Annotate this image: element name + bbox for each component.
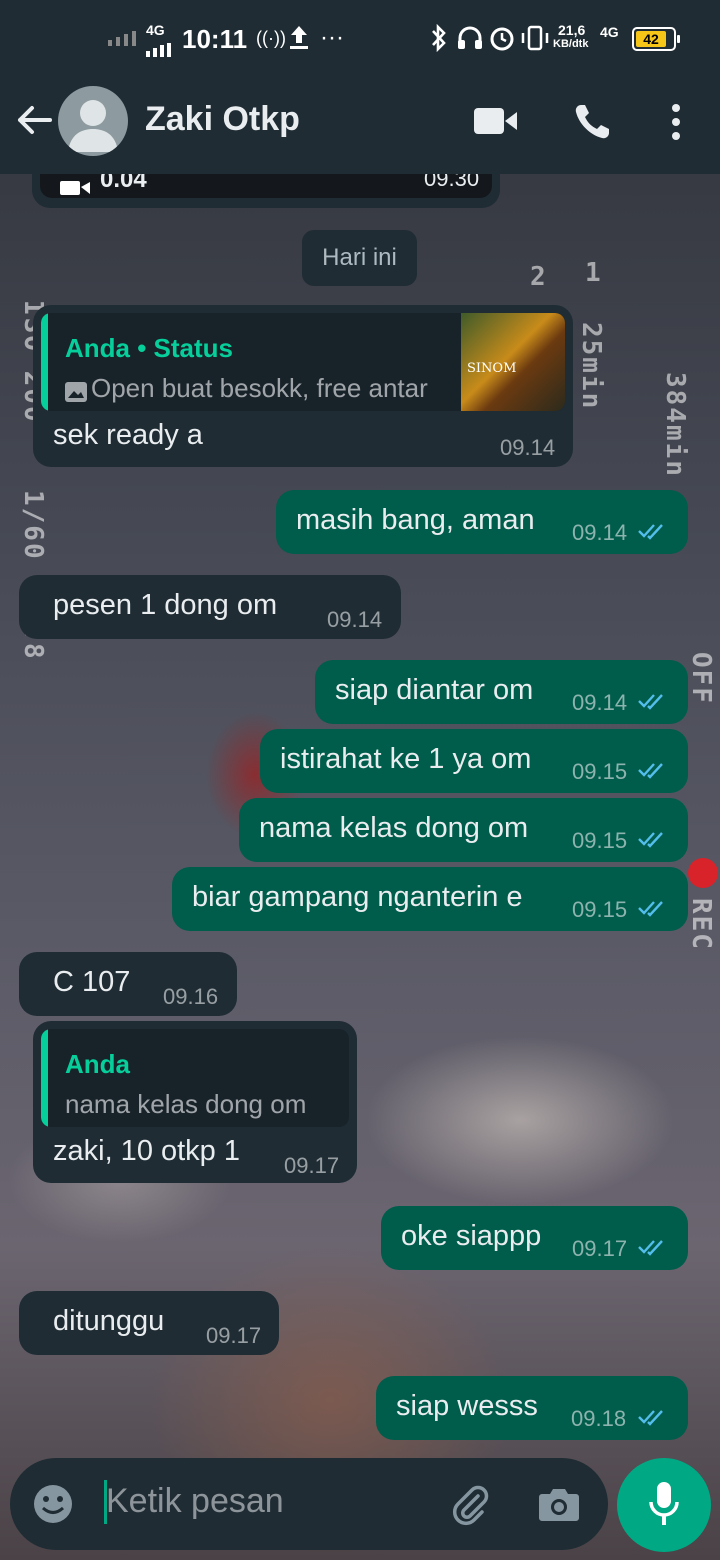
wallpaper-num-1: 1 <box>585 258 603 288</box>
message-bubble-incoming[interactable]: Anda nama kelas dong om zaki, 10 otkp 1 … <box>33 1021 357 1183</box>
alarm-icon <box>488 24 516 59</box>
wallpaper-num-2: 2 <box>530 262 548 292</box>
message-bubble-outgoing[interactable]: istirahat ke 1 ya om 09.15 <box>260 729 688 793</box>
more-notifications-icon: ··· <box>320 24 344 51</box>
message-time: 09.15 <box>572 759 628 784</box>
message-text: pesen 1 dong om <box>53 589 278 621</box>
message-text: siap wesss <box>396 1390 538 1422</box>
message-time: 09.15 <box>572 828 628 853</box>
battery-icon: 42 <box>632 27 680 51</box>
message-text: oke siappp <box>401 1220 542 1252</box>
quoted-status[interactable]: Anda • Status Open buat besokk, free ant… <box>41 313 565 411</box>
image-icon <box>65 377 87 410</box>
read-ticks-icon <box>638 832 663 848</box>
quote-text: Open buat besokk, free antar <box>91 373 428 403</box>
emoji-icon[interactable] <box>32 1483 74 1530</box>
message-time: 09.17 <box>284 1153 340 1178</box>
message-time: 09.17 <box>572 1236 628 1261</box>
message-time: 09.14 <box>500 435 556 460</box>
status-thumbnail: SINOM <box>461 313 565 411</box>
thumbnail-label: SINOM <box>467 361 517 376</box>
attach-icon[interactable] <box>448 1482 492 1531</box>
message-text: siap diantar om <box>335 674 534 706</box>
message-bubble-incoming[interactable]: Anda • Status Open buat besokk, free ant… <box>33 305 573 467</box>
message-bubble-incoming[interactable]: ditunggu 09.17 <box>19 1291 279 1355</box>
network-speed-value: 21,6 <box>558 22 586 38</box>
signal-weak-icon <box>108 26 144 55</box>
wallpaper-25min-text: 25min <box>576 322 606 411</box>
message-text: istirahat ke 1 ya om <box>280 743 532 775</box>
network-speed-unit: KB/dtk <box>553 38 589 50</box>
back-arrow-icon[interactable] <box>14 100 54 140</box>
quote-author: Anda <box>65 1049 130 1079</box>
wallpaper-rec-text: REC <box>686 898 716 951</box>
read-ticks-icon <box>638 1410 663 1426</box>
message-bubble-outgoing[interactable]: siap diantar om 09.14 <box>315 660 688 724</box>
camera-icon[interactable] <box>538 1486 580 1527</box>
message-time: 09.14 <box>572 690 628 715</box>
message-bubble-outgoing[interactable]: biar gampang nganterin e 09.15 <box>172 867 688 931</box>
network-type-right: 4G <box>600 24 619 40</box>
message-time: 09.16 <box>163 984 219 1009</box>
read-ticks-icon <box>638 694 663 710</box>
headphones-icon <box>456 24 484 59</box>
wallpaper-shutter-text: 1/60 <box>18 490 48 561</box>
avatar[interactable] <box>58 86 128 156</box>
message-bubble-incoming[interactable]: pesen 1 dong om 09.14 <box>19 575 401 639</box>
message-text: ditunggu <box>53 1305 165 1337</box>
message-text: sek ready a <box>53 419 203 451</box>
read-ticks-icon <box>638 763 663 779</box>
signal-strong-icon <box>146 36 174 64</box>
message-text: nama kelas dong om <box>259 812 529 844</box>
wallpaper-rec-dot <box>688 858 718 888</box>
clock: 10:11 <box>182 24 248 54</box>
message-text: biar gampang nganterin e <box>192 881 523 913</box>
message-time: 09.14 <box>327 607 383 632</box>
message-time: 09.14 <box>572 520 628 545</box>
voice-record-button[interactable] <box>617 1458 711 1552</box>
message-bubble-outgoing[interactable]: oke siappp 09.17 <box>381 1206 688 1270</box>
wallpaper-off-text: OFF <box>686 652 716 705</box>
vibrate-icon <box>520 24 550 59</box>
message-bubble-outgoing[interactable]: siap wesss 09.18 <box>376 1376 688 1440</box>
chat-header: Zaki Otkp <box>0 78 720 174</box>
upload-icon <box>288 24 310 57</box>
date-divider: Hari ini <box>302 230 417 286</box>
message-time: 09.17 <box>206 1323 262 1348</box>
message-bubble-incoming[interactable]: C 107 09.16 <box>19 952 237 1016</box>
contact-name[interactable]: Zaki Otkp <box>145 100 300 139</box>
video-camera-icon <box>60 170 90 203</box>
quoted-message[interactable]: Anda nama kelas dong om <box>41 1029 349 1127</box>
hotspot-icon: ((·)) <box>256 28 286 48</box>
message-time: 09.15 <box>572 897 628 922</box>
message-bubble-outgoing[interactable]: masih bang, aman 09.14 <box>276 490 688 554</box>
wallpaper-384min-text: 384min <box>660 372 690 478</box>
message-text: zaki, 10 otkp 1 <box>53 1135 240 1167</box>
battery-level: 42 <box>636 31 666 47</box>
read-ticks-icon <box>638 524 663 540</box>
message-bubble-outgoing[interactable]: nama kelas dong om 09.15 <box>239 798 688 862</box>
read-ticks-icon <box>638 1240 663 1256</box>
message-text: C 107 <box>53 966 131 998</box>
message-time: 09.18 <box>571 1406 627 1431</box>
quote-text: nama kelas dong om <box>65 1089 307 1119</box>
video-call-icon[interactable] <box>474 106 518 141</box>
status-bar: 4G 10:11 ((·)) ··· 21,6 KB/dtk 4G 42 <box>0 0 720 78</box>
bluetooth-icon <box>430 23 448 59</box>
message-text: masih bang, aman <box>296 504 535 536</box>
quote-author: Anda • Status <box>65 333 234 363</box>
microphone-icon <box>648 1480 680 1535</box>
read-ticks-icon <box>638 901 663 917</box>
voice-call-icon[interactable] <box>572 102 612 147</box>
message-composer[interactable]: Ketik pesan <box>10 1458 608 1550</box>
message-input[interactable]: Ketik pesan <box>106 1482 284 1521</box>
more-options-icon[interactable] <box>670 102 682 147</box>
